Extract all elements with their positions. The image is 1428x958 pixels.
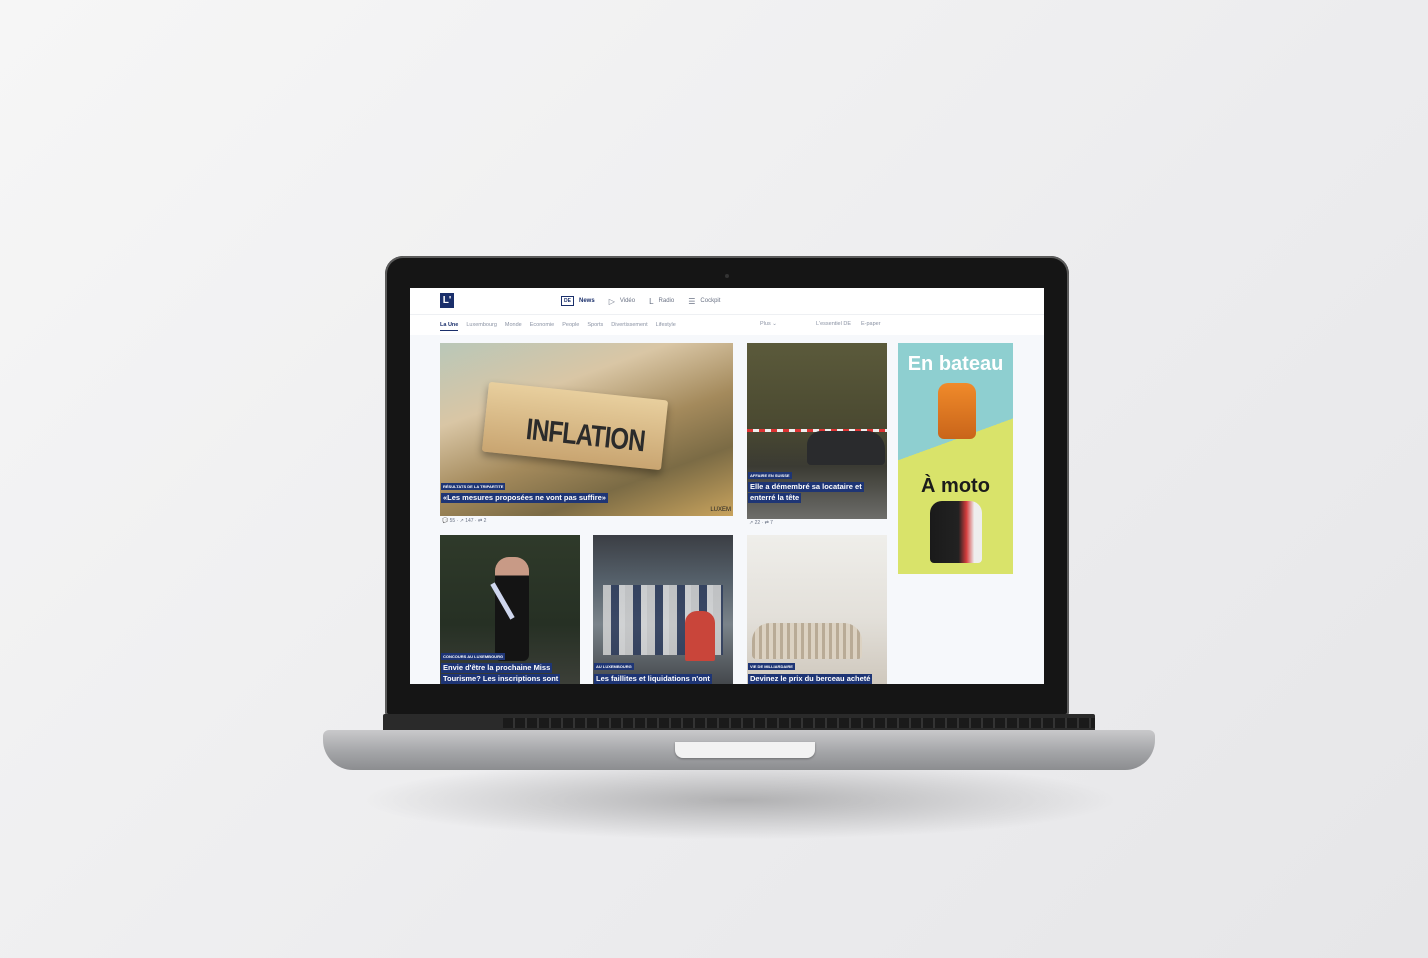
tab-economie[interactable]: Economie bbox=[530, 322, 554, 328]
main-content: INFLATION LUXEM RÉSULTATS DE LA TRIPARTI… bbox=[410, 335, 1044, 684]
life-jacket-icon bbox=[938, 383, 976, 439]
tab-monde[interactable]: Monde bbox=[505, 322, 522, 328]
cockpit-icon: ☰ bbox=[688, 296, 696, 306]
link-epaper[interactable]: E-paper bbox=[861, 321, 881, 327]
camera-icon bbox=[725, 274, 729, 278]
category-navigation: La Une Luxembourg Monde Economie People … bbox=[410, 315, 1044, 336]
article-stats: 💬 55 · ↗ 147 · ⇄ 2 bbox=[442, 518, 487, 524]
article-image bbox=[747, 535, 887, 684]
nav-radio-label: Radio bbox=[658, 298, 675, 304]
article-tag: VIE DE MILLIARDAIRE bbox=[748, 663, 795, 670]
article-card-inflation[interactable]: INFLATION LUXEM RÉSULTATS DE LA TRIPARTI… bbox=[440, 343, 733, 516]
laptop-lid: L' DE News ▷ Vidéo L Radio ☰ Cockpit La … bbox=[385, 256, 1069, 716]
article-card-miss-tourisme[interactable]: CONCOURS AU LUXEMBOURG Envie d'être la p… bbox=[440, 535, 580, 684]
person-figure bbox=[685, 611, 715, 661]
person-figure bbox=[495, 557, 529, 661]
article-headline-line-2[interactable]: enterré la tête bbox=[748, 493, 802, 503]
nav-cockpit-label: Cockpit bbox=[700, 298, 721, 304]
image-watermark: LUXEM bbox=[710, 507, 731, 513]
article-card-faillites[interactable]: AU LUXEMBOURG Les faillites et liquidati… bbox=[593, 535, 733, 684]
browser-screen: L' DE News ▷ Vidéo L Radio ☰ Cockpit La … bbox=[410, 288, 1044, 684]
crib-shape bbox=[752, 623, 862, 659]
laptop-shadow bbox=[360, 760, 1120, 840]
nav-cockpit[interactable]: ☰ Cockpit bbox=[688, 297, 720, 306]
laptop-base bbox=[323, 714, 1155, 770]
article-card-berceau[interactable]: VIE DE MILLIARDAIRE Devinez le prix du b… bbox=[747, 535, 887, 684]
article-headline[interactable]: Les faillites et liquidations n'ont bbox=[594, 674, 712, 684]
tab-lifestyle[interactable]: Lifestyle bbox=[656, 322, 676, 328]
article-tag: AFFAIRE EN SUISSE bbox=[748, 472, 792, 479]
tab-divertissement[interactable]: Divertissement bbox=[611, 322, 647, 328]
article-headline[interactable]: «Les mesures proposées ne vont pas suffi… bbox=[441, 493, 608, 503]
article-headline-line-2[interactable]: Tourisme? Les inscriptions sont bbox=[441, 674, 561, 684]
more-menu[interactable]: Plus ⌄ bbox=[760, 321, 777, 327]
article-tag: RÉSULTATS DE LA TRIPARTITE bbox=[441, 483, 506, 490]
article-headline[interactable]: Devinez le prix du berceau acheté bbox=[748, 674, 873, 684]
nav-news-label: News bbox=[579, 298, 595, 304]
article-tag: CONCOURS AU LUXEMBOURG bbox=[441, 653, 506, 660]
tab-people[interactable]: People bbox=[562, 322, 579, 328]
article-card-switzerland[interactable]: AFFAIRE EN SUISSE Elle a démembré sa loc… bbox=[747, 343, 887, 519]
ad-headline-moto: À moto bbox=[921, 475, 990, 497]
advertisement-banner[interactable]: En bateau À moto bbox=[898, 343, 1013, 574]
scene: L' DE News ▷ Vidéo L Radio ☰ Cockpit La … bbox=[0, 0, 1428, 958]
article-tag: AU LUXEMBOURG bbox=[594, 663, 634, 670]
radio-icon: L bbox=[649, 296, 654, 306]
article-stats: ↗ 22 · ⇄ 7 bbox=[749, 520, 773, 526]
news-icon: DE bbox=[561, 296, 574, 306]
tab-la-une[interactable]: La Une bbox=[440, 322, 459, 331]
tab-sports[interactable]: Sports bbox=[587, 322, 603, 328]
link-lessentiel-de[interactable]: L'essentiel DE bbox=[816, 321, 851, 327]
keyboard-keys bbox=[503, 718, 1095, 728]
nav-radio[interactable]: L Radio bbox=[649, 297, 674, 306]
nav-video-label: Vidéo bbox=[619, 298, 636, 304]
top-navigation: L' DE News ▷ Vidéo L Radio ☰ Cockpit bbox=[410, 288, 1044, 315]
nav-video[interactable]: ▷ Vidéo bbox=[609, 297, 635, 306]
trackpad-notch bbox=[675, 742, 815, 758]
ad-headline-boat: En bateau bbox=[907, 353, 1004, 375]
moto-jacket-icon bbox=[930, 501, 982, 563]
nav-news[interactable]: DE News bbox=[561, 296, 595, 306]
car-shape bbox=[807, 431, 885, 465]
tab-luxembourg[interactable]: Luxembourg bbox=[466, 322, 497, 328]
play-icon: ▷ bbox=[608, 296, 615, 306]
article-headline-line-1[interactable]: Elle a démembré sa locataire et bbox=[748, 482, 864, 492]
article-headline-line-1[interactable]: Envie d'être la prochaine Miss bbox=[441, 663, 553, 673]
site-logo[interactable]: L' bbox=[440, 293, 454, 308]
